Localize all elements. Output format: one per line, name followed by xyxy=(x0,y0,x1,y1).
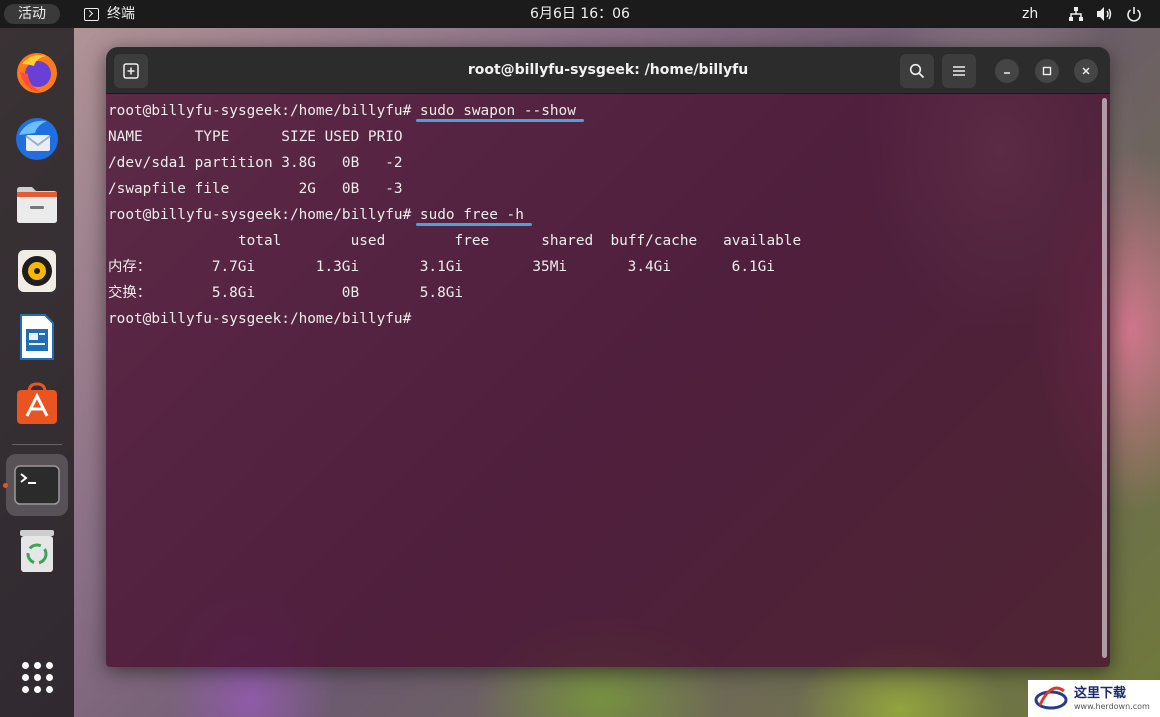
free-header: total used free shared buff/cache availa… xyxy=(108,233,802,249)
firefox-icon[interactable] xyxy=(12,48,62,98)
free-mem-row: 内存： 7.7Gi 1.3Gi 3.1Gi 35Mi 3.4Gi 6.1Gi xyxy=(108,259,775,275)
command-free: sudo free -h xyxy=(419,207,524,223)
current-prompt: root@billyfu-sysgeek:/home/billyfu# xyxy=(108,311,412,327)
command-swapon: sudo swapon --show xyxy=(419,103,576,119)
terminal-icon xyxy=(84,7,99,21)
power-icon xyxy=(1127,7,1141,22)
top-bar: 活动 终端 6月6日 16：06 zh xyxy=(0,0,1160,28)
prompt: root@billyfu-sysgeek:/home/billyfu# xyxy=(108,103,420,119)
dock-separator xyxy=(12,444,62,445)
watermark-url: www.herdown.com xyxy=(1074,701,1150,711)
maximize-button[interactable] xyxy=(1035,59,1059,83)
volume-icon xyxy=(1097,7,1112,21)
swapon-header: NAME TYPE SIZE USED PRIO xyxy=(108,129,403,145)
activities-button[interactable]: 活动 xyxy=(4,4,60,24)
search-icon xyxy=(909,63,925,79)
free-swap-row: 交换： 5.8Gi 0B 5.8Gi xyxy=(108,285,464,301)
hamburger-menu-icon xyxy=(953,66,965,76)
input-method-indicator[interactable]: zh xyxy=(1022,4,1038,24)
new-tab-button[interactable] xyxy=(114,54,148,88)
window-headerbar[interactable]: root@billyfu-sysgeek: /home/billyfu xyxy=(106,47,1110,94)
thunderbird-icon[interactable] xyxy=(12,114,62,164)
terminal-app-icon[interactable] xyxy=(12,460,62,510)
running-indicator xyxy=(3,483,8,488)
clock[interactable]: 6月6日 16：06 xyxy=(530,6,630,22)
watermark-text: 这里下载 xyxy=(1074,685,1127,701)
search-button[interactable] xyxy=(900,54,934,88)
maximize-icon xyxy=(1042,66,1052,76)
system-status-area[interactable] xyxy=(1068,4,1142,24)
menu-button[interactable] xyxy=(942,54,976,88)
libreoffice-writer-icon[interactable] xyxy=(12,312,62,362)
close-icon xyxy=(1082,67,1090,75)
dock xyxy=(0,28,74,717)
show-apps-button[interactable] xyxy=(12,652,62,702)
app-center-icon[interactable] xyxy=(12,378,62,428)
watermark: 这里下载 www.herdown.com xyxy=(1028,680,1160,717)
watermark-logo-icon xyxy=(1034,686,1068,709)
terminal-line: root@billyfu-sysgeek:/home/billyfu# sudo… xyxy=(108,98,801,124)
app-menu-label: 终端 xyxy=(107,6,135,22)
prompt: root@billyfu-sysgeek:/home/billyfu# xyxy=(108,207,420,223)
swapon-row: /swapfile file 2G 0B -3 xyxy=(108,181,403,197)
trash-icon[interactable] xyxy=(12,526,62,576)
terminal-output[interactable]: root@billyfu-sysgeek:/home/billyfu# sudo… xyxy=(106,94,1110,667)
terminal-line: root@billyfu-sysgeek:/home/billyfu# sudo… xyxy=(108,202,801,228)
clock-container: 6月6日 16：06 xyxy=(0,4,1160,24)
app-grid-icon xyxy=(21,661,53,693)
scrollbar[interactable] xyxy=(1102,98,1107,658)
rhythmbox-icon[interactable] xyxy=(12,246,62,296)
swapon-row: /dev/sda1 partition 3.8G 0B -2 xyxy=(108,155,403,171)
files-icon[interactable] xyxy=(12,180,62,230)
minimize-button[interactable] xyxy=(995,59,1019,83)
new-tab-icon xyxy=(123,63,139,79)
terminal-window: root@billyfu-sysgeek: /home/billyfu root… xyxy=(106,47,1110,667)
minimize-icon xyxy=(1004,72,1010,74)
app-menu[interactable]: 终端 xyxy=(84,4,135,24)
network-icon xyxy=(1069,7,1083,21)
close-button[interactable] xyxy=(1074,59,1098,83)
